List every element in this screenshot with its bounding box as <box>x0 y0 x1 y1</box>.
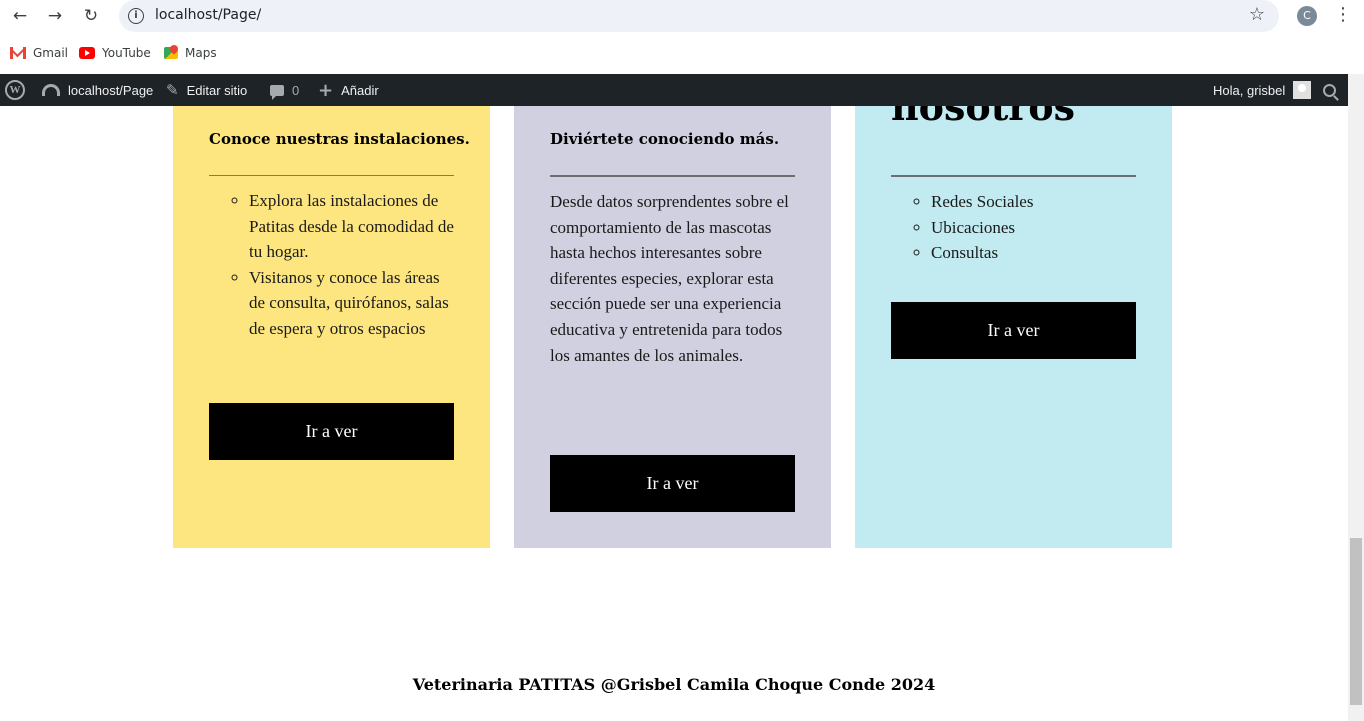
card-list: Redes Sociales Ubicaciones Consultas <box>931 189 1141 266</box>
admin-search[interactable] <box>1323 74 1336 106</box>
address-bar[interactable]: i localhost/Page/ ☆ <box>119 0 1279 32</box>
card-nosotros: nosotros Redes Sociales Ubicaciones Cons… <box>855 74 1172 548</box>
brush-icon: ✎ <box>166 81 179 99</box>
card-heading: Diviértete conociendo más. <box>550 130 780 148</box>
wordpress-logo-icon: W <box>5 80 25 100</box>
profile-avatar[interactable]: C <box>1297 6 1317 26</box>
list-item: Consultas <box>931 240 1141 266</box>
footer-text: Veterinaria PATITAS @Grisbel Camila Choq… <box>412 675 936 694</box>
site-name-menu[interactable]: localhost/Page <box>42 74 153 106</box>
user-avatar-icon <box>1293 81 1312 99</box>
wp-logo-menu[interactable]: W <box>5 74 33 106</box>
list-item: Explora las instalaciones de Patitas des… <box>249 188 459 265</box>
bookmark-youtube[interactable]: YouTube <box>79 44 151 62</box>
ir-a-ver-button[interactable]: Ir a ver <box>209 403 454 460</box>
bookmark-maps[interactable]: Maps <box>164 43 217 62</box>
reload-icon[interactable]: ↻ <box>79 4 103 28</box>
add-new-menu[interactable]: + Añadir <box>318 74 379 106</box>
wp-admin-bar: W localhost/Page ✎ Editar sitio 0 + Añad… <box>0 74 1348 106</box>
bookmark-label: Gmail <box>33 46 69 60</box>
comment-bubble-icon <box>270 84 284 100</box>
youtube-icon <box>79 47 95 59</box>
divider <box>209 175 454 176</box>
comments-link[interactable]: 0 <box>270 74 299 106</box>
bookmark-label: YouTube <box>102 46 151 60</box>
divider <box>550 175 795 177</box>
add-new-label: Añadir <box>341 82 379 98</box>
page-viewport: Conoce nuestras instalaciones. Explora l… <box>0 74 1348 721</box>
site-name-label: localhost/Page <box>68 82 154 98</box>
greeting-label: Hola, grisbel <box>1213 82 1286 98</box>
card-body: Desde datos sorprendentes sobre el compo… <box>550 192 789 365</box>
divider <box>891 175 1136 177</box>
card-instalaciones: Conoce nuestras instalaciones. Explora l… <box>173 74 490 548</box>
forward-arrow-icon[interactable]: → <box>43 4 67 28</box>
card-heading: Conoce nuestras instalaciones. <box>209 130 470 148</box>
bookmark-gmail[interactable]: Gmail <box>10 44 68 62</box>
edit-site-label: Editar sitio <box>186 82 248 98</box>
url-text[interactable]: localhost/Page/ <box>155 7 261 23</box>
maps-icon <box>164 43 180 61</box>
comments-count: 0 <box>292 82 300 98</box>
browser-menu-icon[interactable]: ⋮ <box>1334 4 1352 28</box>
bookmark-star-icon[interactable]: ☆ <box>1249 4 1265 25</box>
search-icon <box>1323 83 1336 97</box>
ir-a-ver-button[interactable]: Ir a ver <box>550 455 795 512</box>
list-item: Visitanos y conoce las áreas de consulta… <box>249 265 459 342</box>
bookmark-label: Maps <box>185 46 217 60</box>
ir-a-ver-button[interactable]: Ir a ver <box>891 302 1136 359</box>
bookmarks-bar: Gmail YouTube Maps <box>0 40 1364 66</box>
account-menu[interactable]: Hola, grisbel <box>1213 74 1312 106</box>
card-list: Explora las instalaciones de Patitas des… <box>249 188 459 342</box>
plus-icon: + <box>318 79 334 101</box>
gmail-icon <box>10 47 26 59</box>
scrollbar-thumb[interactable] <box>1350 538 1362 705</box>
edit-site-link[interactable]: ✎ Editar sitio <box>166 74 247 106</box>
dashboard-gauge-icon <box>42 84 60 96</box>
list-item: Redes Sociales <box>931 189 1141 215</box>
page-scrollbar[interactable] <box>1348 74 1364 721</box>
site-info-icon[interactable]: i <box>128 8 144 24</box>
back-arrow-icon[interactable]: ← <box>8 4 32 28</box>
list-item: Ubicaciones <box>931 215 1141 241</box>
browser-toolbar: ← → ↻ i localhost/Page/ ☆ C ⋮ Gmail YouT… <box>0 0 1364 74</box>
card-conociendo: Diviértete conociendo más. Desde datos s… <box>514 74 831 548</box>
